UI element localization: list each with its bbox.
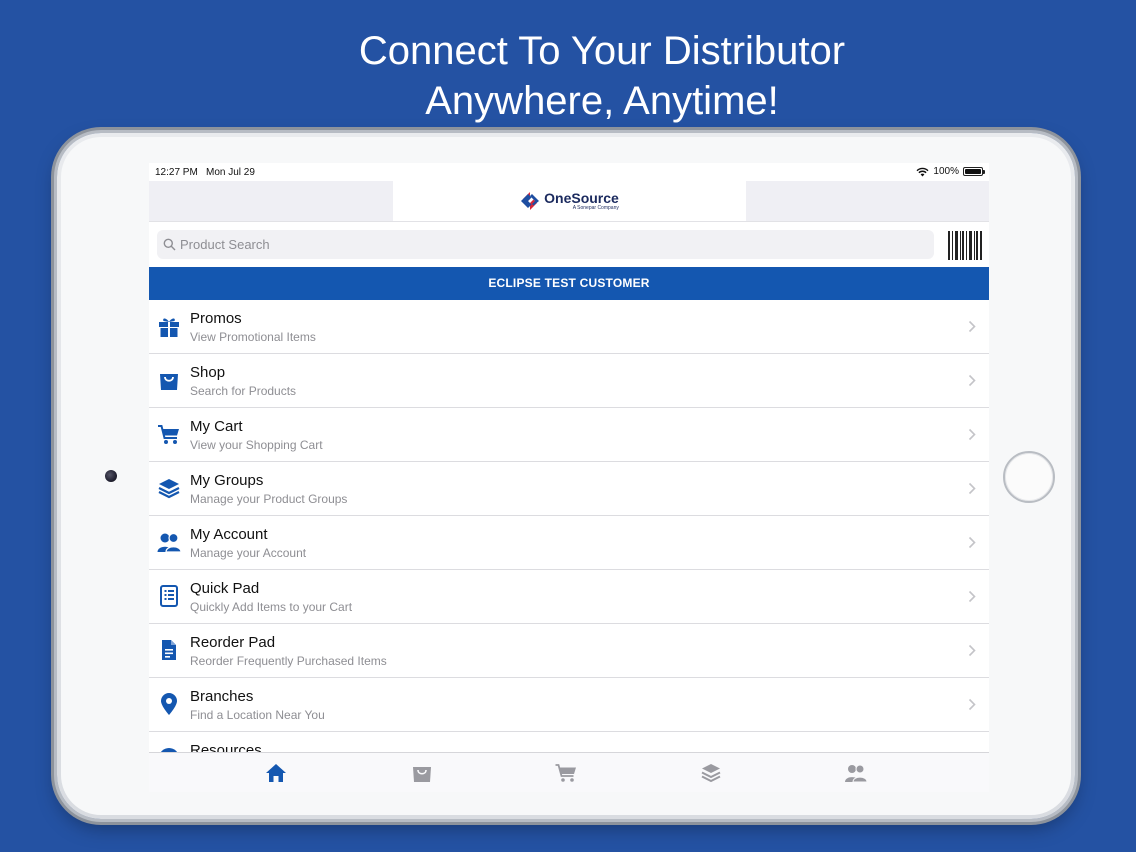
logo-subtitle: A Sonepar Company bbox=[572, 205, 619, 211]
menu-item-promos[interactable]: Promos View Promotional Items bbox=[149, 300, 989, 354]
gift-icon bbox=[159, 318, 179, 337]
document-icon bbox=[162, 640, 176, 660]
search-input[interactable] bbox=[180, 237, 920, 252]
logo: OneSource A Sonepar Company bbox=[393, 181, 746, 221]
menu-item-my-cart[interactable]: My Cart View your Shopping Cart bbox=[149, 408, 989, 462]
location-pin-icon bbox=[161, 693, 177, 715]
menu-item-my-groups[interactable]: My Groups Manage your Product Groups bbox=[149, 462, 989, 516]
barcode-scanner-icon[interactable] bbox=[948, 231, 982, 260]
customer-banner[interactable]: ECLIPSE TEST CUSTOMER bbox=[149, 267, 989, 300]
menu-item-branches[interactable]: Branches Find a Location Near You bbox=[149, 678, 989, 732]
menu-item-quick-pad[interactable]: Quick Pad Quickly Add Items to your Cart bbox=[149, 570, 989, 624]
status-bar: 12:27 PM Mon Jul 29 100% bbox=[149, 163, 989, 181]
menu-item-title: Branches bbox=[190, 688, 254, 705]
chevron-right-icon bbox=[968, 590, 976, 603]
menu-item-reorder-pad[interactable]: Reorder Pad Reorder Frequently Purchased… bbox=[149, 624, 989, 678]
menu-item-subtitle: Find a Location Near You bbox=[190, 708, 325, 722]
search-icon bbox=[163, 238, 176, 251]
home-icon[interactable] bbox=[265, 763, 287, 783]
cart-icon bbox=[158, 425, 179, 444]
app-screen: 12:27 PM Mon Jul 29 100% OneSource A Son… bbox=[149, 163, 989, 792]
layers-icon[interactable] bbox=[700, 763, 722, 783]
users-icon[interactable] bbox=[845, 763, 867, 783]
battery-percent: 100% bbox=[933, 166, 959, 177]
menu-item-subtitle: View Promotional Items bbox=[190, 330, 316, 344]
menu-item-title: My Cart bbox=[190, 418, 243, 435]
shopping-bag-icon bbox=[160, 374, 178, 390]
chevron-right-icon bbox=[968, 482, 976, 495]
chevron-right-icon bbox=[968, 428, 976, 441]
menu-item-subtitle: Quickly Add Items to your Cart bbox=[190, 600, 353, 614]
cart-icon[interactable] bbox=[555, 763, 577, 783]
logo-name: OneSource bbox=[544, 190, 619, 206]
home-button[interactable] bbox=[1003, 451, 1055, 503]
status-right: 100% bbox=[916, 166, 985, 177]
chevron-right-icon bbox=[968, 644, 976, 657]
search-bar bbox=[149, 221, 989, 267]
chevron-right-icon bbox=[968, 374, 976, 387]
menu-item-title: Quick Pad bbox=[190, 580, 260, 597]
chevron-right-icon bbox=[968, 536, 976, 549]
tab-bar bbox=[149, 752, 989, 792]
layers-icon bbox=[158, 479, 180, 499]
main-menu: Promos View Promotional Items Shop Searc… bbox=[149, 300, 989, 752]
menu-item-title: Shop bbox=[190, 364, 226, 381]
app-header: OneSource A Sonepar Company bbox=[149, 181, 989, 221]
menu-item-subtitle: Manage your Account bbox=[190, 546, 307, 560]
menu-item-title: My Groups bbox=[190, 472, 264, 489]
search-field[interactable] bbox=[157, 230, 934, 259]
battery-icon bbox=[963, 167, 985, 176]
headline-line-1: Connect To Your Distributor bbox=[358, 29, 846, 73]
headline-line-2: Anywhere, Anytime! bbox=[425, 79, 779, 123]
notepad-icon bbox=[160, 585, 178, 607]
camera bbox=[105, 470, 117, 482]
menu-item-title: Resources bbox=[190, 742, 262, 752]
headline: Connect To Your Distributor Anywhere, An… bbox=[0, 26, 1136, 126]
shopping-bag-icon[interactable] bbox=[411, 763, 433, 783]
status-time: 12:27 PM bbox=[155, 167, 198, 178]
chevron-right-icon bbox=[968, 320, 976, 333]
onesource-logo-icon bbox=[521, 192, 540, 210]
menu-item-resources[interactable]: Resources bbox=[149, 732, 989, 752]
menu-item-subtitle: Reorder Frequently Purchased Items bbox=[190, 654, 387, 668]
menu-item-title: My Account bbox=[190, 526, 268, 543]
menu-item-my-account[interactable]: My Account Manage your Account bbox=[149, 516, 989, 570]
wifi-icon bbox=[916, 167, 929, 176]
users-icon bbox=[157, 532, 181, 553]
menu-item-shop[interactable]: Shop Search for Products bbox=[149, 354, 989, 408]
status-date: Mon Jul 29 bbox=[206, 167, 255, 178]
chevron-right-icon bbox=[968, 698, 976, 711]
menu-item-subtitle: Manage your Product Groups bbox=[190, 492, 348, 506]
menu-item-title: Promos bbox=[190, 310, 242, 327]
menu-item-subtitle: Search for Products bbox=[190, 384, 297, 398]
menu-item-title: Reorder Pad bbox=[190, 634, 276, 651]
menu-item-subtitle: View your Shopping Cart bbox=[190, 438, 323, 452]
